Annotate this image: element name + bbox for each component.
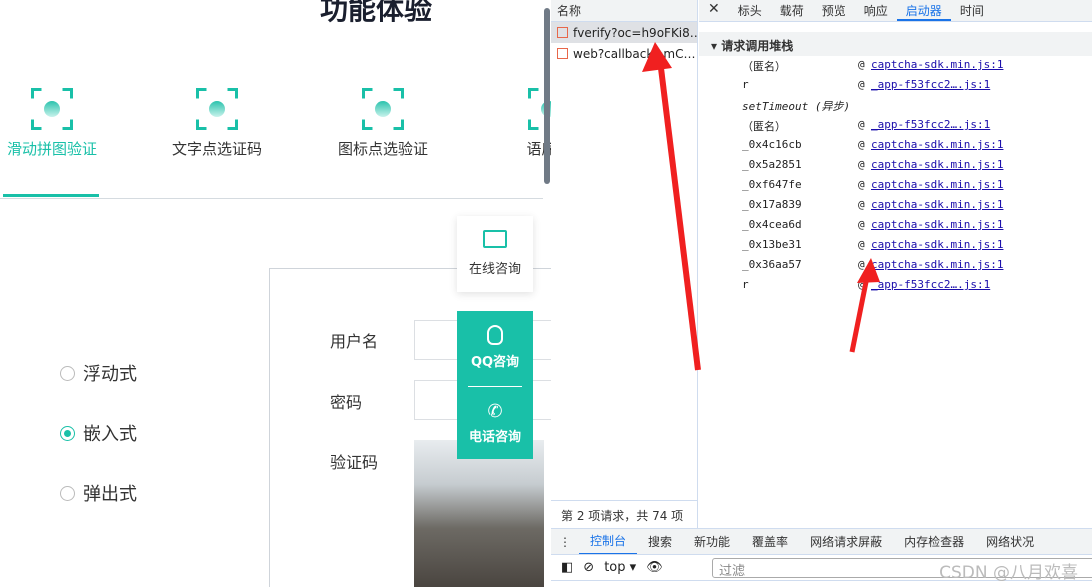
tab-whats-new[interactable]: 新功能 bbox=[683, 529, 741, 554]
text-icon bbox=[196, 88, 238, 130]
puzzle-icon bbox=[31, 88, 73, 130]
phone-icon: ✆ bbox=[487, 401, 503, 422]
tab-response[interactable]: 响应 bbox=[855, 0, 897, 21]
source-link[interactable]: captcha-sdk.min.js:1 bbox=[871, 58, 1003, 71]
name-column-header[interactable]: 名称 bbox=[551, 0, 697, 22]
radio-float[interactable]: 浮动式 bbox=[60, 360, 137, 386]
tab-network-conditions[interactable]: 网络状况 bbox=[975, 529, 1045, 554]
page-title: 功能体验 bbox=[320, 0, 433, 26]
call-stack-header[interactable]: ▾ 请求调用堆栈 bbox=[699, 32, 1092, 56]
radio-circle bbox=[60, 485, 75, 501]
request-row[interactable]: web?callback=mC… bbox=[551, 43, 697, 64]
function-name: _0x36aa57 bbox=[742, 258, 802, 271]
tab-slide-puzzle[interactable]: 滑动拼图验证 bbox=[0, 88, 112, 159]
watermark: CSDN @八月欢喜 bbox=[939, 563, 1078, 583]
tab-timing[interactable]: 时间 bbox=[951, 0, 993, 21]
devtools-panel: 名称 fverify?oc=h9oFKi8… web?callback=mC… … bbox=[551, 0, 1092, 587]
tab-word-order[interactable]: 语序点 bbox=[489, 88, 551, 159]
username-label: 用户名 bbox=[330, 332, 379, 351]
source-link[interactable]: captcha-sdk.min.js:1 bbox=[871, 158, 1003, 171]
scrollbar[interactable] bbox=[544, 8, 550, 184]
source-link[interactable]: captcha-sdk.min.js:1 bbox=[871, 238, 1003, 251]
sidebar-toggle-icon[interactable]: ◧ bbox=[561, 560, 573, 575]
tab-text-click[interactable]: 文字点选证码 bbox=[157, 88, 277, 159]
password-label: 密码 bbox=[330, 393, 363, 412]
script-icon bbox=[557, 48, 568, 59]
function-name: _0x17a839 bbox=[742, 198, 802, 211]
qq-icon bbox=[487, 325, 503, 345]
qq-consult-button[interactable]: QQ咨询 bbox=[457, 325, 533, 370]
source-link[interactable]: captcha-sdk.min.js:1 bbox=[871, 138, 1003, 151]
web-page: 功能体验 滑动拼图验证 文字点选证码 图标点选验证 语序点 浮动式 嵌入式 弹出… bbox=[0, 0, 551, 587]
at-sign: @ bbox=[858, 178, 865, 191]
source-link[interactable]: _app-f53fcc2….js:1 bbox=[871, 118, 990, 131]
more-icon[interactable]: ⋮ bbox=[551, 531, 579, 553]
active-tab-indicator bbox=[3, 194, 99, 197]
function-name: _0x5a2851 bbox=[742, 158, 802, 171]
source-link[interactable]: captcha-sdk.min.js:1 bbox=[871, 218, 1003, 231]
function-name: _0x4cea6d bbox=[742, 218, 802, 231]
close-icon[interactable]: ✕ bbox=[699, 0, 729, 21]
function-name: _0x4c16cb bbox=[742, 138, 802, 151]
source-link[interactable]: _app-f53fcc2….js:1 bbox=[871, 278, 990, 291]
at-sign: @ bbox=[858, 58, 865, 71]
request-list: 名称 fverify?oc=h9oFKi8… web?callback=mC… … bbox=[551, 0, 698, 528]
at-sign: @ bbox=[858, 78, 865, 91]
function-name: _0xf647fe bbox=[742, 178, 802, 191]
captcha-label: 验证码 bbox=[330, 453, 379, 472]
tab-icon-click[interactable]: 图标点选验证 bbox=[323, 88, 443, 159]
at-sign: @ bbox=[858, 198, 865, 211]
source-link[interactable]: captcha-sdk.min.js:1 bbox=[871, 258, 1003, 271]
tab-headers[interactable]: 标头 bbox=[729, 0, 771, 21]
eye-icon[interactable]: 👁 bbox=[646, 560, 663, 575]
tab-search[interactable]: 搜索 bbox=[637, 529, 683, 554]
function-name: （匿名） bbox=[742, 60, 786, 73]
divider bbox=[468, 386, 522, 387]
radio-embed[interactable]: 嵌入式 bbox=[60, 420, 137, 446]
source-link[interactable]: captcha-sdk.min.js:1 bbox=[871, 178, 1003, 191]
request-row[interactable]: fverify?oc=h9oFKi8… bbox=[551, 22, 697, 43]
radio-popup[interactable]: 弹出式 bbox=[60, 480, 137, 506]
cursor-icon bbox=[362, 88, 404, 130]
request-detail: ✕ 标头 载荷 预览 响应 启动器 时间 ▾ 请求调用堆栈 （匿名） @ captc… bbox=[699, 0, 1092, 528]
at-sign: @ bbox=[858, 238, 865, 251]
script-icon bbox=[557, 27, 568, 38]
online-consult-button[interactable]: 在线咨询 bbox=[457, 216, 533, 292]
at-sign: @ bbox=[858, 218, 865, 231]
request-count: 第 2 项请求，共 74 项 bbox=[551, 500, 698, 528]
at-sign: @ bbox=[858, 158, 865, 171]
function-name: setTimeout (异步) bbox=[742, 100, 851, 113]
tab-initiator[interactable]: 启动器 bbox=[896, 0, 951, 21]
detail-tabs: ✕ 标头 载荷 预览 响应 启动器 时间 bbox=[699, 0, 1092, 22]
source-link[interactable]: captcha-sdk.min.js:1 bbox=[871, 198, 1003, 211]
at-sign: @ bbox=[858, 258, 865, 271]
source-link[interactable]: _app-f53fcc2….js:1 bbox=[871, 78, 990, 91]
tab-coverage[interactable]: 覆盖率 bbox=[741, 529, 799, 554]
at-sign: @ bbox=[858, 278, 865, 291]
radio-circle-checked bbox=[60, 425, 75, 441]
tab-console[interactable]: 控制台 bbox=[579, 528, 638, 555]
at-sign: @ bbox=[858, 138, 865, 151]
clear-icon[interactable]: ⊘ bbox=[583, 560, 594, 575]
function-name: r bbox=[742, 78, 749, 91]
tab-request-blocking[interactable]: 网络请求屏蔽 bbox=[799, 529, 893, 554]
chat-icon bbox=[483, 230, 507, 248]
drawer-tabs: ⋮ 控制台 搜索 新功能 覆盖率 网络请求屏蔽 内存检查器 网络状况 bbox=[551, 528, 1092, 555]
at-sign: @ bbox=[858, 118, 865, 131]
radio-circle bbox=[60, 365, 75, 381]
tab-memory-inspector[interactable]: 内存检查器 bbox=[893, 529, 975, 554]
tab-payload[interactable]: 载荷 bbox=[771, 0, 813, 21]
phone-consult-button[interactable]: ✆ 电话咨询 bbox=[457, 401, 533, 445]
contact-panel: QQ咨询 ✆ 电话咨询 bbox=[457, 311, 533, 459]
function-name: _0x13be31 bbox=[742, 238, 802, 251]
function-name: r bbox=[742, 278, 749, 291]
captcha-image[interactable] bbox=[414, 440, 544, 587]
context-select[interactable]: top ▾ bbox=[604, 560, 636, 575]
divider bbox=[0, 198, 543, 199]
function-name: （匿名） bbox=[742, 120, 786, 133]
tab-preview[interactable]: 预览 bbox=[813, 0, 855, 21]
